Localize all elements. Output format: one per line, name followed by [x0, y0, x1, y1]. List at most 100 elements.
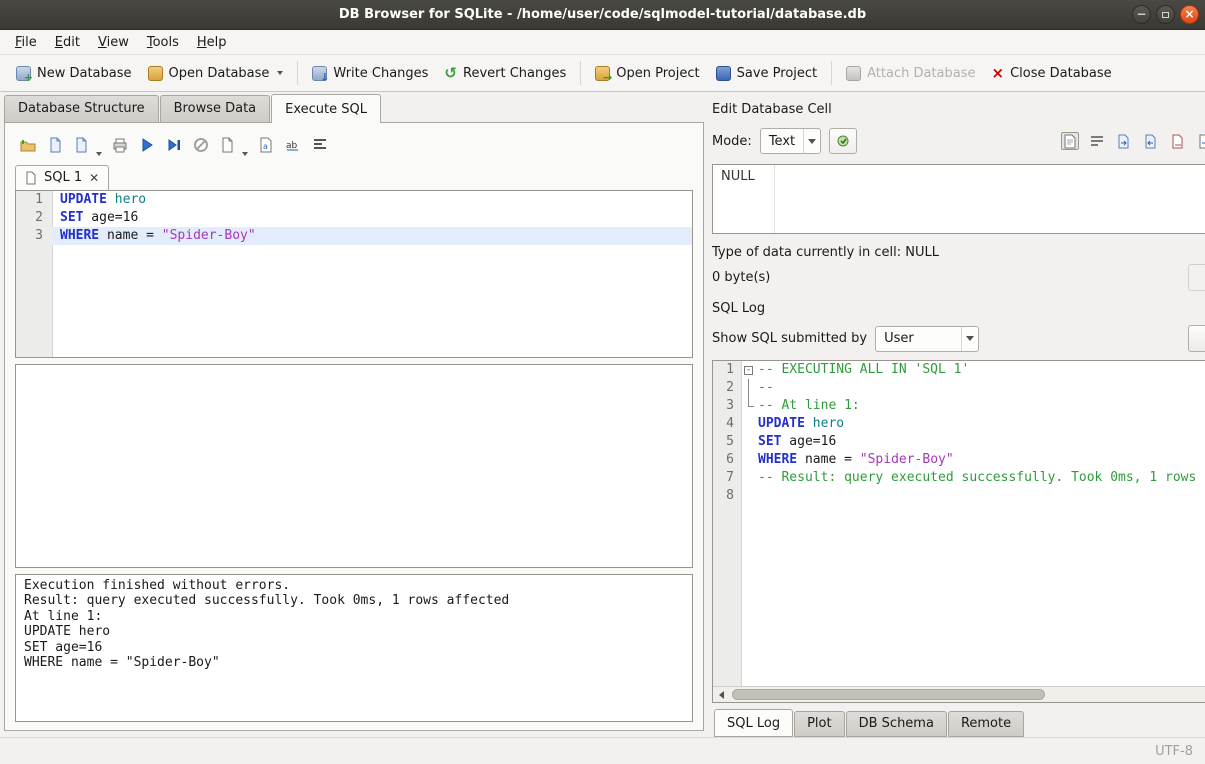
- fold-guide: [741, 379, 756, 397]
- save-cell-button[interactable]: [1169, 132, 1187, 150]
- auto-switch-mode-button[interactable]: [829, 128, 857, 154]
- code-line: 6WHERE name = "Spider-Boy": [713, 451, 1205, 469]
- menu-item-help[interactable]: Help: [188, 32, 236, 53]
- menu-item-view[interactable]: View: [89, 32, 138, 53]
- new-database-button[interactable]: + New Database: [8, 61, 140, 86]
- submitted-by-value: User: [884, 331, 922, 346]
- open-project-label: Open Project: [616, 66, 699, 81]
- execute-sql-panel: a ab SQL 1 ✕: [4, 122, 704, 731]
- save-sql-file-as-icon: [74, 137, 90, 153]
- code-line: 2--: [713, 379, 1205, 397]
- import-from-file-button[interactable]: [1115, 132, 1133, 150]
- close-button[interactable]: ×: [1180, 5, 1199, 24]
- right-panel: Edit Database Cell ✕ Mode: Text: [704, 92, 1205, 737]
- dock-tab-remote[interactable]: Remote: [948, 711, 1024, 737]
- sql-tab[interactable]: SQL 1 ✕: [15, 165, 109, 190]
- log-horizontal-scrollbar[interactable]: [713, 686, 1205, 702]
- open-project-icon: →: [595, 66, 610, 81]
- save-results-button[interactable]: [219, 136, 237, 154]
- statusbar: UTF-8: [0, 737, 1205, 764]
- tab-browse-data[interactable]: Browse Data: [160, 95, 271, 122]
- save-sql-dropdown-icon[interactable]: [96, 152, 102, 156]
- execute-current-line-button[interactable]: [165, 136, 183, 154]
- toolbar-separator: [580, 61, 581, 85]
- scrollbar-thumb[interactable]: [732, 689, 1045, 700]
- scroll-left-icon[interactable]: [713, 687, 730, 702]
- open-sql-file-icon: [20, 137, 36, 153]
- minimize-button[interactable]: −: [1132, 5, 1151, 24]
- dock-tab-db-schema[interactable]: DB Schema: [846, 711, 947, 737]
- execute-all-button[interactable]: [138, 136, 156, 154]
- dock-tab-plot[interactable]: Plot: [794, 711, 845, 737]
- stop-button: [192, 136, 210, 154]
- tab-database-structure[interactable]: Database Structure: [4, 95, 159, 122]
- results-grid: [15, 364, 693, 568]
- import-from-file-icon: [1116, 134, 1131, 149]
- save-project-label: Save Project: [737, 66, 818, 81]
- code-line: 7-- Result: query executed successfully.…: [713, 469, 1205, 487]
- save-sql-file-as-button[interactable]: [73, 136, 91, 154]
- open-cell-button[interactable]: [1196, 132, 1205, 150]
- open-project-button[interactable]: → Open Project: [587, 61, 707, 86]
- write-changes-icon: ↓: [312, 66, 327, 81]
- edit-cell-title: Edit Database Cell: [712, 102, 832, 117]
- window-title: DB Browser for SQLite - /home/user/code/…: [339, 7, 866, 22]
- menu-item-edit[interactable]: Edit: [46, 32, 89, 53]
- fold-marker-icon[interactable]: -: [741, 361, 756, 379]
- sql-editor[interactable]: 1UPDATE hero2SET age=163WHERE name = "Sp…: [15, 190, 693, 358]
- new-database-icon: +: [16, 66, 31, 81]
- sql-log-view: 1--- EXECUTING ALL IN 'SQL 1'2--3-- At l…: [712, 360, 1205, 703]
- open-database-button[interactable]: Open Database: [140, 61, 292, 86]
- text-document-button[interactable]: [1061, 132, 1079, 150]
- print-button[interactable]: [111, 136, 129, 154]
- cell-value: NULL: [721, 169, 755, 184]
- close-database-button[interactable]: × Close Database: [984, 61, 1120, 86]
- clear-button[interactable]: Clear: [1188, 325, 1205, 352]
- chevron-down-icon: [966, 336, 974, 341]
- revert-changes-label: Revert Changes: [463, 66, 566, 81]
- code-line: 1UPDATE hero: [16, 191, 692, 209]
- save-sql-file-button[interactable]: [46, 136, 64, 154]
- save-project-button[interactable]: Save Project: [708, 61, 826, 86]
- cell-mode-row: Mode: Text: [712, 124, 1205, 158]
- left-panel: Database Structure Browse Data Execute S…: [0, 92, 704, 737]
- fold-guide: [741, 451, 756, 469]
- open-database-dropdown-icon[interactable]: [277, 71, 283, 75]
- word-wrap-button[interactable]: [1088, 132, 1106, 150]
- submitted-by-select[interactable]: User: [875, 326, 979, 352]
- cell-value-editor[interactable]: NULL: [712, 164, 1205, 234]
- close-database-label: Close Database: [1010, 66, 1112, 81]
- export-to-file-button[interactable]: [1142, 132, 1160, 150]
- sql-log-title: SQL Log: [712, 301, 765, 316]
- sql-file-icon: [25, 171, 37, 185]
- sql-tabs: SQL 1 ✕: [15, 163, 693, 190]
- window-titlebar[interactable]: DB Browser for SQLite - /home/user/code/…: [0, 0, 1205, 30]
- replace-button[interactable]: ab: [284, 136, 302, 154]
- text-document-icon: [1063, 134, 1077, 149]
- main-toolbar: + New Database Open Database ↓ Write Cha…: [0, 55, 1205, 92]
- fold-guide: [741, 469, 756, 487]
- save-results-dropdown-icon[interactable]: [242, 152, 248, 156]
- encoding-indicator: UTF-8: [1155, 744, 1193, 759]
- mode-select[interactable]: Text: [760, 128, 821, 154]
- replace-icon: ab: [285, 137, 301, 153]
- scrollbar-track[interactable]: [730, 687, 1205, 702]
- output-line: UPDATE hero: [24, 624, 684, 639]
- tab-execute-sql[interactable]: Execute SQL: [271, 94, 381, 123]
- open-sql-file-button[interactable]: [19, 136, 37, 154]
- save-sql-file-icon: [47, 137, 63, 153]
- format-sql-button[interactable]: [311, 136, 329, 154]
- maximize-button[interactable]: [1156, 5, 1175, 24]
- sql-tab-label: SQL 1: [44, 170, 82, 185]
- mode-label: Mode:: [712, 134, 752, 149]
- dock-tab-sql-log[interactable]: SQL Log: [714, 709, 793, 737]
- write-changes-button[interactable]: ↓ Write Changes: [304, 61, 436, 86]
- menu-item-file[interactable]: File: [6, 32, 46, 53]
- sql-tab-close-icon[interactable]: ✕: [89, 171, 99, 185]
- menu-item-tools[interactable]: Tools: [138, 32, 188, 53]
- toolbar-separator: [831, 61, 832, 85]
- revert-changes-button[interactable]: ↺ Revert Changes: [436, 61, 574, 86]
- code-line: 5SET age=16: [713, 433, 1205, 451]
- code-line: 4UPDATE hero: [713, 415, 1205, 433]
- find-button[interactable]: a: [257, 136, 275, 154]
